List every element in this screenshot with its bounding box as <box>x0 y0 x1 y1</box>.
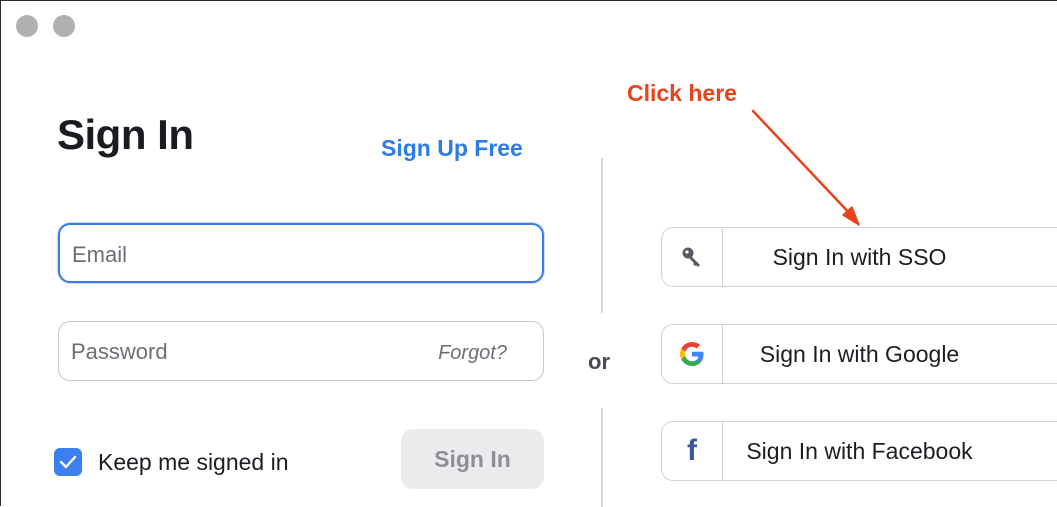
page-title: Sign In <box>57 111 194 158</box>
email-field[interactable]: Email <box>58 223 544 283</box>
sign-in-facebook-button[interactable]: f Sign In with Facebook <box>661 421 1057 481</box>
or-label: or <box>588 349 610 374</box>
sign-up-free-link[interactable]: Sign Up Free <box>381 135 523 162</box>
window-close-button[interactable] <box>16 15 38 37</box>
sign-in-sso-button[interactable]: Sign In with SSO <box>661 227 1057 287</box>
sign-in-google-button[interactable]: Sign In with Google <box>661 324 1057 384</box>
facebook-icon-cell: f <box>662 422 723 480</box>
checkmark-icon <box>59 455 77 469</box>
keep-signed-in-checkbox[interactable] <box>54 448 82 476</box>
window-minimize-button[interactable] <box>53 15 75 37</box>
email-placeholder: Email <box>72 242 128 267</box>
divider-line-top <box>601 158 603 313</box>
google-icon <box>680 342 704 366</box>
click-here-annotation: Click here <box>627 80 737 106</box>
key-icon <box>682 247 700 267</box>
facebook-icon: f <box>687 434 697 467</box>
signin-window: Sign In Sign Up Free Email Password Forg… <box>0 0 1057 507</box>
sso-button-label: Sign In with SSO <box>772 244 947 270</box>
keep-signed-in-label[interactable]: Keep me signed in <box>98 449 289 476</box>
facebook-button-label: Sign In with Facebook <box>746 438 973 464</box>
divider-line-bottom <box>601 408 603 507</box>
google-icon-cell <box>662 325 723 383</box>
sso-icon-cell <box>662 228 723 286</box>
forgot-password-link[interactable]: Forgot? <box>438 342 507 365</box>
google-button-label: Sign In with Google <box>759 341 960 367</box>
password-field[interactable]: Password Forgot? <box>58 321 544 381</box>
sign-in-button[interactable]: Sign In <box>401 429 544 489</box>
password-placeholder: Password <box>71 339 168 364</box>
